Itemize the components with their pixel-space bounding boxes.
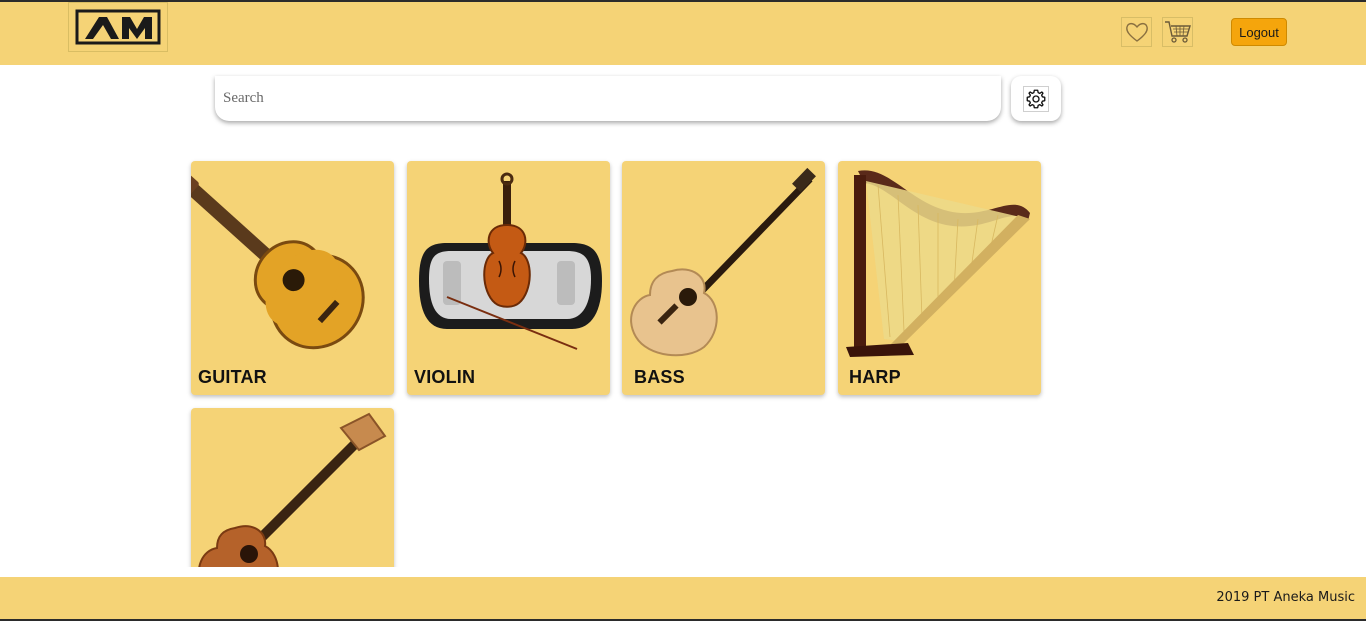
category-card-guitar[interactable]: GUITAR	[191, 161, 394, 395]
search-bar	[215, 76, 1001, 121]
category-card-harp[interactable]: HARP	[838, 161, 1041, 395]
header-bar: Logout	[0, 2, 1366, 65]
category-label: VIOLIN	[414, 367, 476, 387]
category-label: HARP	[849, 367, 901, 387]
copyright-text: 2019 PT Aneka Music	[1216, 590, 1355, 605]
category-label: GUITAR	[198, 367, 267, 387]
cart-button[interactable]	[1162, 17, 1193, 47]
settings-button[interactable]	[1011, 76, 1061, 121]
footer-bar: 2019 PT Aneka Music	[0, 577, 1366, 619]
search-input[interactable]	[215, 76, 1001, 121]
ukulele-image	[198, 412, 387, 567]
category-card-violin[interactable]: VIOLIN	[407, 161, 610, 395]
category-label: BASS	[634, 367, 685, 387]
cart-icon	[1164, 21, 1191, 43]
violin-image	[419, 172, 602, 350]
am-logo-icon	[75, 9, 161, 45]
bass-image	[630, 167, 816, 357]
logout-button[interactable]: Logout	[1231, 18, 1287, 46]
main-content: GUITAR VIOLIN BASS	[0, 65, 1366, 567]
category-card-ukulele[interactable]	[191, 408, 394, 567]
heart-icon	[1125, 22, 1148, 42]
wishlist-button[interactable]	[1121, 17, 1152, 47]
gear-icon	[1026, 89, 1046, 108]
guitar-image	[191, 167, 365, 350]
logo[interactable]	[68, 2, 168, 52]
category-card-bass[interactable]: BASS	[622, 161, 825, 395]
settings-icon-frame	[1023, 85, 1049, 112]
harp-image	[846, 170, 1030, 357]
